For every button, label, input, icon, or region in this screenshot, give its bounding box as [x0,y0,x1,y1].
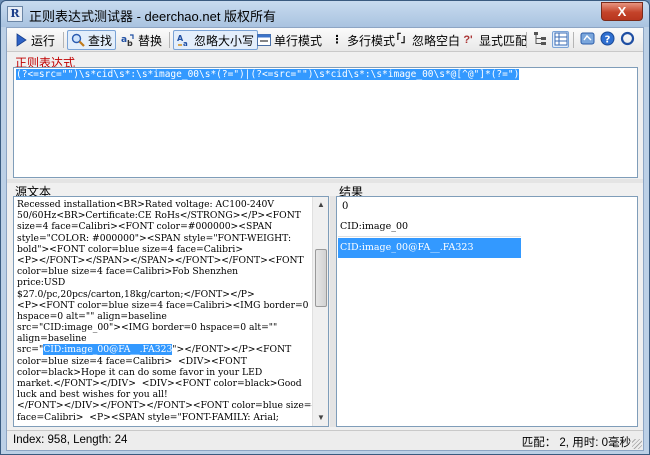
app-window: R 正则表达式测试器 - deerchao.net 版权所有 X 运行 查找 a [0,0,650,455]
replace-label: 替换 [138,33,163,48]
svg-text:?: ? [605,35,611,46]
about-icon[interactable] [619,31,636,48]
window-title: 正则表达式测试器 - deerchao.net 版权所有 [29,9,277,24]
single-line-icon [257,33,271,47]
result-match-item[interactable]: CID:image_00 [338,217,521,237]
tree-view-icon[interactable] [532,31,549,48]
close-button[interactable]: X [601,2,643,21]
result-match-item[interactable]: CID:image_00@FA__.FA323 [338,238,521,258]
replace-button[interactable]: ab 替换 [117,30,166,50]
source-line: bold"><FONT color=blue size=4 face=Calib… [17,243,244,255]
resize-grip[interactable] [632,439,642,449]
source-line: 50/60Hz<BR>Certificate:CE RoHs</STRONG><… [17,210,301,222]
run-label: 运行 [31,33,56,48]
match-highlight: CID:image_00@FA__.FA323 [43,344,173,356]
ignore-whitespace-toggle[interactable]: 「」 忽略空白 [387,30,464,50]
single-line-toggle[interactable]: 单行模式 [253,30,326,50]
find-label: 查找 [88,33,113,48]
run-button[interactable]: 运行 [10,30,59,50]
source-line: color=blue size=4 face=Calibri> <DIV><FO… [17,355,247,367]
source-line: size=4 face=Calibri><FONT color=#000000>… [17,221,273,233]
scroll-down-icon[interactable]: ▼ [313,410,329,426]
toolbar-separator [63,32,64,48]
source-text: Recessed installation<BR>Rated voltage: … [14,197,312,426]
case-icon: Aa [177,33,191,48]
source-line-text: src=" [17,344,44,356]
source-line: style="COLOR: #000000"><SPAN style="FONT… [17,232,292,244]
source-scrollbar[interactable]: ▲ ▼ [312,197,328,426]
source-line: market.</FONT></DIV> <DIV><FONT color=bl… [17,378,302,389]
multi-line-icon: ⋮ [331,34,343,46]
source-line: $27.0/pc,20pcs/carton,18kg/carton;</FONT… [17,288,255,300]
scroll-thumb[interactable] [315,249,327,307]
find-button[interactable]: 查找 [67,30,117,50]
client-area: 运行 查找 ab 替换 Aa 忽略大小写 单行模式 ⋮ 多行模式 「」 忽略空白… [6,27,644,451]
explicit-capture-icon: ?' [463,34,473,46]
status-match-count: 匹配： 2, 用时: 0毫秒 [521,437,631,449]
source-line: luck and best wishes for you all! [17,389,168,401]
single-line-label: 单行模式 [274,33,323,48]
svg-text:b: b [127,39,133,47]
source-line: color=blue size=4 face=Calibri>Fob Shenz… [17,266,239,278]
source-textarea[interactable]: Recessed installation<BR>Rated voltage: … [13,196,329,427]
options-icon[interactable] [579,31,596,48]
play-icon [14,33,28,47]
result-group-node[interactable]: 0 [338,198,521,216]
magnifier-icon [71,33,85,47]
ignore-whitespace-label: 忽略空白 [412,33,461,48]
source-line: src="CID:image_00"><IMG border=0 hspace=… [17,322,278,334]
ignore-case-toggle[interactable]: Aa 忽略大小写 [173,30,259,50]
replace-icon: ab [121,33,135,48]
results-tree[interactable]: 0 CID:image_00 CID:image_00@FA__.FA323 [336,196,638,427]
ignore-case-label: 忽略大小写 [194,33,255,48]
source-line: hspace=0 alt="" align=baseline [17,310,167,322]
app-icon: R [7,6,23,22]
toolbar-separator [169,32,170,48]
source-line: face=Calibri> <P><SPAN style="FONT-FAMIL… [17,411,279,423]
source-line: color=black>Hope it can do some favor in… [17,366,263,378]
svg-text:a: a [183,40,188,47]
source-line: Recessed installation<BR>Rated voltage: … [17,199,275,210]
table-view-icon[interactable] [552,31,569,48]
horizontal-splitter[interactable] [7,179,643,183]
status-index-length: Index: 958, Length: 24 [13,434,128,446]
source-line-text: "></FONT></P><FONT [172,344,292,356]
toolbar-separator [526,32,527,48]
toolbar: 运行 查找 ab 替换 Aa 忽略大小写 单行模式 ⋮ 多行模式 「」 忽略空白… [7,28,643,52]
scroll-up-icon[interactable]: ▲ [313,197,329,213]
explicit-capture-toggle[interactable]: ?' 显式匹配 [456,30,531,50]
help-icon[interactable]: ? [599,31,616,48]
source-line: price:USD [17,277,66,289]
status-bar: Index: 958, Length: 24 匹配： 2, 用时: 0毫秒 [7,430,643,450]
regex-input[interactable]: (?<=src="")\s*cid\s*:\s*image_00\s*(?=")… [13,67,638,178]
source-line: <P></FONT></SPAN></SPAN></FONT></FONT><F… [17,254,304,266]
explicit-capture-label: 显式匹配 [479,33,528,48]
regex-text: (?<=src="")\s*cid\s*:\s*image_00\s*(?=")… [16,69,520,80]
title-bar[interactable]: R 正则表达式测试器 - deerchao.net 版权所有 X [1,1,649,27]
source-line: </FONT></DIV></FONT></FONT><FONT color=b… [17,400,312,412]
source-line: <P><FONT color=blue size=4 face=Calibri>… [17,299,309,311]
whitespace-icon: 「」 [391,34,411,45]
source-line: align=baseline [17,333,87,345]
source-line: src="CID:image_00@FA__.FA323"></FONT></P… [17,344,309,356]
toolbar-separator [573,32,574,48]
